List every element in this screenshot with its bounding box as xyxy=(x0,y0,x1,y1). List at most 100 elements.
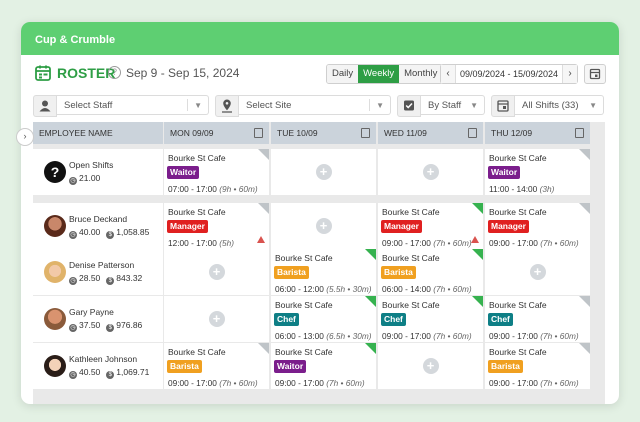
shift-time: 06:00 - 12:00 (5.5h • 30m) xyxy=(275,284,372,294)
view-daily-button[interactable]: Daily xyxy=(327,65,359,83)
shift-duration: (7h • 60m) xyxy=(540,378,579,388)
empty-shift-cell[interactable]: + xyxy=(164,249,269,295)
shift-card[interactable]: Bourke St Cafe Barista 09:00 - 17:00 (7h •… xyxy=(164,343,269,389)
staff-select[interactable]: Select Staff ▼ xyxy=(56,95,209,115)
employee-stats: ◷ 37.50 $976.86 xyxy=(69,320,142,332)
clock-icon: ◷ xyxy=(69,231,77,239)
shift-card[interactable]: Bourke St Cafe Barista 06:00 - 12:00 (5.5h… xyxy=(271,249,376,295)
shift-duration: (7h • 60m) xyxy=(540,238,579,248)
cost-value: 1,058.85 xyxy=(116,227,150,237)
copy-icon[interactable] xyxy=(468,128,477,138)
shift-card[interactable]: Bourke St Cafe Manager 09:00 - 17:00 (7h •… xyxy=(485,203,590,249)
empty-shift-cell[interactable]: + xyxy=(271,203,376,249)
next-week-button[interactable]: › xyxy=(563,65,577,83)
add-shift-button[interactable]: + xyxy=(529,264,546,280)
shift-card[interactable]: Bourke St Cafe Chef 06:00 - 13:00 (6.5h • … xyxy=(271,296,376,342)
avatar xyxy=(44,215,66,237)
copy-icon[interactable] xyxy=(575,128,584,138)
group-by-value: By Staff xyxy=(428,100,462,111)
dollar-icon: $ xyxy=(106,324,115,332)
shift-card[interactable]: Bourke St Cafe Manager 09:00 - 17:00 (7h •… xyxy=(378,203,483,249)
empty-shift-cell[interactable]: + xyxy=(485,249,590,295)
warning-icon xyxy=(257,236,265,243)
date-range-input[interactable]: 09/09/2024 - 15/09/2024 xyxy=(455,65,563,83)
sidebar-toggle-button[interactable]: › xyxy=(16,128,34,146)
copy-icon[interactable] xyxy=(361,128,370,138)
role-badge: Waitor xyxy=(274,360,307,373)
shift-card[interactable]: Bourke St Cafe Chef 09:00 - 17:00 (7h • 60… xyxy=(378,296,483,342)
empty-shift-cell[interactable]: + xyxy=(164,296,269,342)
shift-time-range: 06:00 - 12:00 xyxy=(275,284,324,294)
add-shift-button[interactable]: + xyxy=(422,358,439,374)
clock-icon: ◷ xyxy=(69,177,77,185)
role-badge: Barista xyxy=(381,266,416,279)
add-shift-button[interactable]: + xyxy=(422,164,439,180)
copy-icon[interactable] xyxy=(254,128,263,138)
hours-value: 28.50 xyxy=(79,273,101,283)
avatar xyxy=(44,261,66,283)
empty-shift-cell[interactable]: + xyxy=(271,149,376,195)
view-weekly-button[interactable]: Weekly xyxy=(358,65,400,83)
empty-shift-cell[interactable]: + xyxy=(378,343,483,389)
shift-site: Bourke St Cafe xyxy=(275,347,333,357)
cost-stat: $976.86 xyxy=(106,320,142,332)
add-shift-button[interactable]: + xyxy=(208,311,225,327)
employee-name[interactable]: Kathleen Johnson xyxy=(69,354,137,364)
view-monthly-button[interactable]: Monthly xyxy=(399,65,443,83)
shift-time-range: 09:00 - 17:00 xyxy=(382,238,431,248)
add-shift-button[interactable]: + xyxy=(208,264,225,280)
hours-value: 40.50 xyxy=(79,367,101,377)
shift-site: Bourke St Cafe xyxy=(489,207,547,217)
shift-card[interactable]: Bourke St Cafe Barista 06:00 - 14:00 (7h •… xyxy=(378,249,483,295)
shift-time-range: 06:00 - 13:00 xyxy=(275,331,324,341)
calendar-button[interactable] xyxy=(584,64,606,84)
group-by-select[interactable]: By Staff ▼ xyxy=(420,95,485,115)
shift-duration: (7h • 60m) xyxy=(326,378,365,388)
employee-stats: ◷ 21.00 xyxy=(69,173,100,185)
shift-duration: (7h • 60m) xyxy=(219,378,258,388)
date-range-picker: ‹ 09/09/2024 - 15/09/2024 › xyxy=(440,64,578,84)
shift-time-range: 06:00 - 14:00 xyxy=(382,284,431,294)
shifts-select[interactable]: All Shifts (33) ▼ xyxy=(514,95,604,115)
shift-time: 09:00 - 17:00 (7h • 60m) xyxy=(168,378,258,388)
open-shifts-icon: ? xyxy=(44,161,66,183)
clock-icon: ◷ xyxy=(69,324,77,332)
shift-card[interactable]: Bourke St Cafe Waitor 11:00 - 14:00 (3h) xyxy=(485,149,590,195)
role-badge: Barista xyxy=(274,266,309,279)
employee-name[interactable]: Open Shifts xyxy=(69,160,113,170)
column-header-label: TUE 10/09 xyxy=(277,128,318,138)
shift-filter-icon-box xyxy=(491,95,515,117)
shift-time-range: 09:00 - 17:00 xyxy=(168,378,217,388)
shift-time-range: 09:00 - 17:00 xyxy=(489,331,538,341)
shift-time: 09:00 - 17:00 (7h • 60m) xyxy=(489,378,579,388)
page-title: ROSTER xyxy=(57,65,116,81)
employee-name[interactable]: Gary Payne xyxy=(69,307,114,317)
shift-card[interactable]: Bourke St Cafe Waitor 09:00 - 17:00 (7h • … xyxy=(271,343,376,389)
shift-card[interactable]: Bourke St Cafe Barista 09:00 - 17:00 (7h •… xyxy=(485,343,590,389)
add-shift-button[interactable]: + xyxy=(315,164,332,180)
date-range-label: Sep 9 - Sep 15, 2024 xyxy=(126,66,240,80)
role-badge: Chef xyxy=(488,313,513,326)
site-filter-icon-box xyxy=(215,95,239,117)
site-select-placeholder: Select Site xyxy=(246,100,292,111)
shift-card[interactable]: Bourke St Cafe Chef 09:00 - 17:00 (7h • 60… xyxy=(485,296,590,342)
add-shift-button[interactable]: + xyxy=(315,218,332,234)
shift-site: Bourke St Cafe xyxy=(489,300,547,310)
employee-name[interactable]: Bruce Deckand xyxy=(69,214,127,224)
shift-duration: (7h • 60m) xyxy=(433,284,472,294)
column-header-label: WED 11/09 xyxy=(384,128,427,138)
shift-card[interactable]: Bourke St Cafe Waitor 07:00 - 17:00 (9h • … xyxy=(164,149,269,195)
shift-duration: (7h • 60m) xyxy=(433,238,472,248)
hours-value: 21.00 xyxy=(79,173,101,183)
empty-shift-cell[interactable]: + xyxy=(378,149,483,195)
calendar-icon xyxy=(589,68,601,80)
dollar-icon: $ xyxy=(106,371,115,379)
help-icon[interactable]: ? xyxy=(108,66,121,79)
location-pin-icon xyxy=(222,99,232,113)
shift-card[interactable]: Bourke St Cafe Manager 12:00 - 17:00 (5h) xyxy=(164,203,269,249)
employee-name[interactable]: Denise Patterson xyxy=(69,260,134,270)
shift-time: 09:00 - 17:00 (7h • 60m) xyxy=(489,331,579,341)
prev-week-button[interactable]: ‹ xyxy=(441,65,455,83)
site-select[interactable]: Select Site ▼ xyxy=(238,95,391,115)
roster-calendar-icon xyxy=(35,65,51,81)
